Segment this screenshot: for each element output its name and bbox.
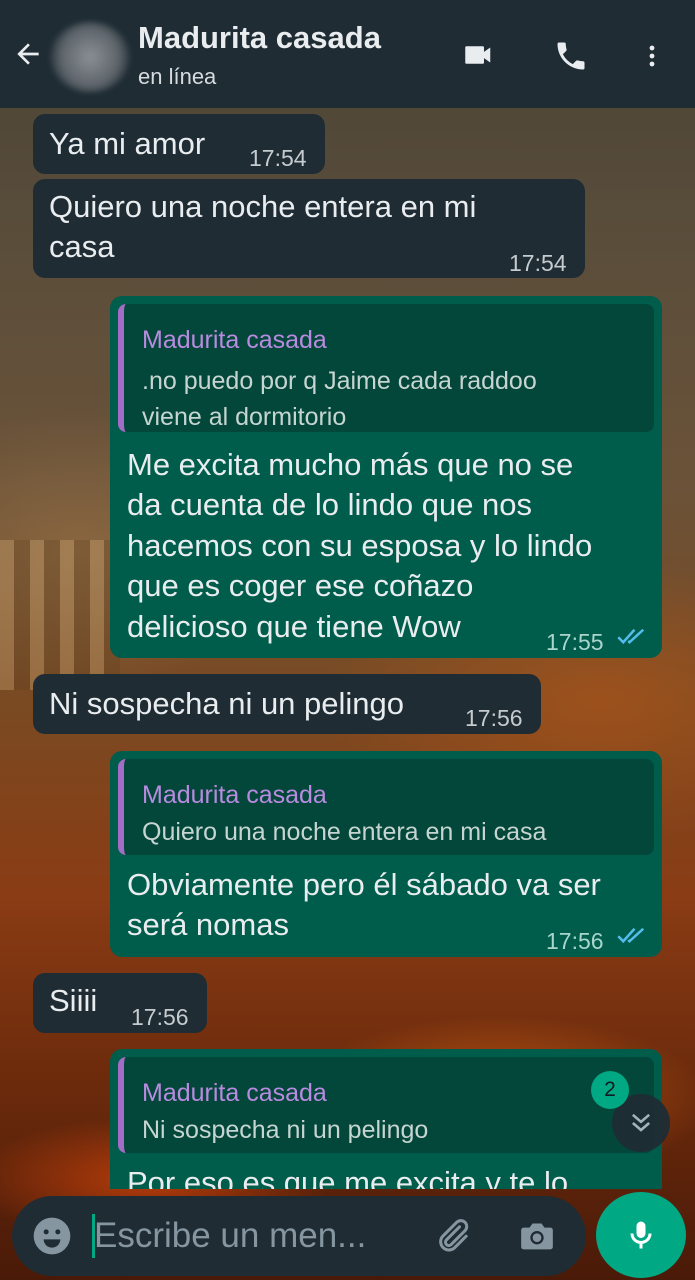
arrow-left-icon[interactable] (12, 38, 44, 70)
quoted-text-line: .no puedo por q Jaime cada raddoo (142, 367, 537, 395)
unread-badge: 2 (591, 1071, 629, 1109)
double-chevron-down-icon (631, 1113, 651, 1132)
wallpaper-columns (0, 540, 120, 690)
camera-icon[interactable] (517, 1216, 557, 1256)
video-call-icon[interactable] (458, 40, 500, 70)
quoted-text-line: viene al dormitorio (142, 403, 347, 431)
double-check-icon (617, 927, 645, 944)
quoted-message[interactable]: Madurita casada .no puedo por q Jaime ca… (118, 304, 654, 432)
quoted-sender: Madurita casada (142, 781, 327, 809)
mic-button[interactable] (596, 1192, 686, 1278)
message-input[interactable]: Escribe un men... (94, 1216, 366, 1256)
message-incoming[interactable]: Quiero una noche entera en mi casa 17:54 (33, 179, 585, 278)
message-time: 17:56 (465, 705, 523, 731)
phone-icon[interactable] (553, 38, 589, 74)
message-text-line: Quiero una noche entera en mi (49, 189, 477, 224)
message-time: 17:55 (546, 629, 604, 655)
message-time: 17:56 (546, 928, 604, 954)
message-text-line: que es coger ese coñazo (127, 568, 474, 603)
message-outgoing[interactable]: Madurita casada .no puedo por q Jaime ca… (110, 296, 662, 658)
message-incoming[interactable]: Siiii 17:56 (33, 973, 207, 1033)
quoted-text-line: Quiero una noche entera en mi casa (142, 818, 547, 846)
quoted-sender: Madurita casada (142, 326, 327, 354)
message-text-line: Me excita mucho más que no se (127, 447, 574, 482)
message-text-line: casa (49, 229, 115, 264)
message-text: Ya mi amor (49, 126, 206, 161)
contact-name[interactable]: Madurita casada (138, 20, 381, 56)
message-time: 17:54 (249, 145, 307, 171)
message-text-line: Por eso es que me excita y te lo (127, 1165, 569, 1189)
message-composer: Escribe un men... (12, 1196, 586, 1276)
emoji-icon[interactable] (32, 1216, 72, 1256)
chat-header: Madurita casada en línea (0, 0, 695, 108)
message-text-line: delicioso que tiene Wow (127, 609, 461, 644)
message-text: Siiii (49, 983, 98, 1018)
mic-icon (630, 1221, 652, 1249)
message-text: Ni sospecha ni un pelingo (49, 686, 405, 721)
quoted-text-line: Ni sospecha ni un pelingo (142, 1116, 429, 1144)
double-check-icon (617, 628, 645, 645)
message-outgoing[interactable]: Madurita casada Quiero una noche entera … (110, 751, 662, 957)
more-vert-icon[interactable] (640, 38, 664, 74)
message-text-line: Obviamente pero él sábado va ser (127, 867, 601, 902)
paperclip-icon[interactable] (432, 1216, 472, 1256)
message-text-line: será nomas (127, 907, 289, 942)
message-incoming[interactable]: Ya mi amor 17:54 (33, 114, 325, 174)
quoted-message[interactable]: Madurita casada Quiero una noche entera … (118, 759, 654, 855)
quoted-message[interactable]: Madurita casada Ni sospecha ni un peling… (118, 1057, 654, 1153)
avatar[interactable] (50, 22, 130, 92)
message-time: 17:56 (131, 1004, 189, 1030)
contact-status: en línea (138, 64, 217, 89)
message-text-line: da cuenta de lo lindo que nos (127, 487, 533, 522)
message-outgoing[interactable]: Madurita casada Ni sospecha ni un peling… (110, 1049, 662, 1189)
message-time: 17:54 (509, 250, 567, 276)
message-text-line: hacemos con su esposa y lo lindo (127, 528, 593, 563)
message-incoming[interactable]: Ni sospecha ni un pelingo 17:56 (33, 674, 541, 734)
quoted-sender: Madurita casada (142, 1079, 327, 1107)
